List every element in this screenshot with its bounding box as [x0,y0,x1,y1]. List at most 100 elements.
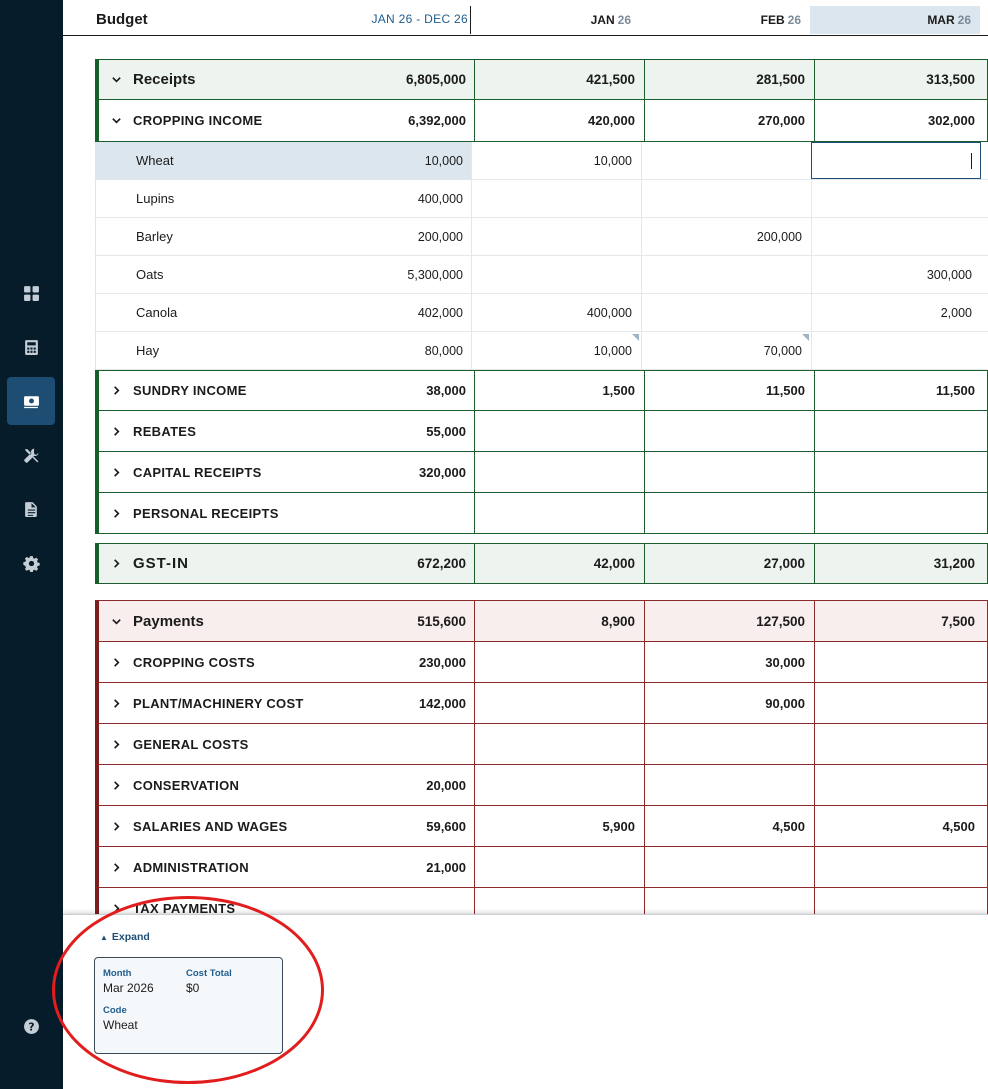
cell-feb[interactable] [644,847,814,887]
cell-feb[interactable]: 90,000 [644,683,814,723]
item-row-lupins[interactable]: Lupins 400,000 [95,180,988,218]
cell-mar[interactable] [811,332,981,369]
cell-jan[interactable] [474,452,644,492]
cell-feb[interactable]: 4,500 [644,806,814,846]
column-header-feb[interactable]: FEB 26 [640,6,810,34]
cell-mar[interactable] [814,765,984,805]
cell-mar[interactable] [814,847,984,887]
cell-mar[interactable] [814,683,984,723]
cell-feb[interactable] [644,493,814,533]
chevron-right-icon[interactable] [111,558,133,569]
cell-feb[interactable]: 27,000 [644,544,814,583]
cell-feb[interactable]: 30,000 [644,642,814,682]
cell-jan[interactable]: 8,900 [474,601,644,641]
calculator-icon[interactable] [7,323,55,371]
cell-mar[interactable] [814,452,984,492]
group-row-personal-receipts[interactable]: PERSONAL RECEIPTS [95,493,988,534]
cell-feb[interactable] [641,256,811,293]
chevron-right-icon[interactable] [111,467,133,478]
cell-feb[interactable] [644,452,814,492]
cell-jan[interactable] [471,256,641,293]
cell-jan[interactable]: 420,000 [474,100,644,141]
cell-jan[interactable]: 10,000 [471,142,641,179]
chevron-down-icon[interactable] [111,74,133,85]
section-row-gst-in[interactable]: GST-IN 672,200 42,000 27,000 31,200 [95,543,988,584]
cell-jan[interactable] [474,642,644,682]
chevron-down-icon[interactable] [111,616,133,627]
group-row-administration[interactable]: ADMINISTRATION 21,000 [95,847,988,888]
chevron-down-icon[interactable] [111,115,133,126]
cell-feb[interactable]: 200,000 [641,218,811,255]
cell-jan[interactable] [474,493,644,533]
chevron-right-icon[interactable] [111,426,133,437]
chevron-right-icon[interactable] [111,821,133,832]
cell-feb[interactable]: 270,000 [644,100,814,141]
group-row-cropping-income[interactable]: CROPPING INCOME 6,392,000 420,000 270,00… [95,100,988,142]
section-row-payments[interactable]: Payments 515,600 8,900 127,500 7,500 [95,600,988,642]
cell-jan[interactable]: 421,500 [474,60,644,99]
chevron-right-icon[interactable] [111,385,133,396]
cell-jan[interactable] [474,683,644,723]
cell-mar[interactable] [814,724,984,764]
cell-jan[interactable]: 1,500 [474,371,644,410]
group-row-plant-machinery-cost[interactable]: PLANT/MACHINERY COST 142,000 90,000 [95,683,988,724]
cell-mar[interactable] [811,180,981,217]
cell-mar-editing[interactable] [811,142,981,179]
cell-jan[interactable]: 5,900 [474,806,644,846]
chevron-right-icon[interactable] [111,903,133,914]
cell-feb[interactable] [644,724,814,764]
settings-gear-icon[interactable] [7,539,55,587]
cell-jan[interactable] [471,218,641,255]
cell-feb[interactable] [641,180,811,217]
cell-jan[interactable] [474,411,644,451]
help-icon[interactable]: ? [7,1002,55,1050]
date-range[interactable]: JAN 26 - DEC 26 [371,12,468,26]
column-header-jan[interactable]: JAN 26 [470,6,640,34]
cell-mar[interactable] [814,642,984,682]
cell-feb[interactable] [644,411,814,451]
expand-button[interactable]: ▲ Expand [100,931,150,943]
chevron-right-icon[interactable] [111,698,133,709]
cell-jan[interactable] [474,765,644,805]
chevron-right-icon[interactable] [111,657,133,668]
group-row-capital-receipts[interactable]: CAPITAL RECEIPTS 320,000 [95,452,988,493]
item-row-oats[interactable]: Oats 5,300,000 300,000 [95,256,988,294]
cell-mar[interactable]: 11,500 [814,371,984,410]
group-row-general-costs[interactable]: GENERAL COSTS [95,724,988,765]
cell-jan[interactable]: 10,000 [471,332,641,369]
cell-mar[interactable]: 4,500 [814,806,984,846]
group-row-conservation[interactable]: CONSERVATION 20,000 [95,765,988,806]
chevron-right-icon[interactable] [111,508,133,519]
group-row-salaries-and-wages[interactable]: SALARIES AND WAGES 59,600 5,900 4,500 4,… [95,806,988,847]
column-header-mar[interactable]: MAR 26 [810,6,980,34]
group-row-sundry-income[interactable]: SUNDRY INCOME 38,000 1,500 11,500 11,500 [95,370,988,411]
section-row-receipts[interactable]: Receipts 6,805,000 421,500 281,500 313,5… [95,59,988,100]
group-row-rebates[interactable]: REBATES 55,000 [95,411,988,452]
budget-cash-icon[interactable] [7,377,55,425]
cell-feb[interactable] [641,142,811,179]
cell-mar[interactable]: 302,000 [814,100,984,141]
item-row-canola[interactable]: Canola 402,000 400,000 2,000 [95,294,988,332]
cell-jan[interactable] [474,724,644,764]
cell-mar[interactable]: 300,000 [811,256,981,293]
group-row-cropping-costs[interactable]: CROPPING COSTS 230,000 30,000 [95,642,988,683]
dashboard-icon[interactable] [7,269,55,317]
cell-feb[interactable]: 281,500 [644,60,814,99]
cell-feb[interactable]: 70,000 [641,332,811,369]
cell-mar[interactable] [814,411,984,451]
chevron-right-icon[interactable] [111,780,133,791]
item-row-hay[interactable]: Hay 80,000 10,000 70,000 [95,332,988,370]
cell-mar[interactable]: 31,200 [814,544,984,583]
cell-mar[interactable]: 2,000 [811,294,981,331]
cell-feb[interactable]: 11,500 [644,371,814,410]
item-row-barley[interactable]: Barley 200,000 200,000 [95,218,988,256]
item-row-wheat[interactable]: Wheat 10,000 10,000 [95,142,988,180]
cell-feb[interactable] [644,765,814,805]
tools-icon[interactable] [7,431,55,479]
cell-mar[interactable]: 313,500 [814,60,984,99]
chevron-right-icon[interactable] [111,739,133,750]
cell-mar[interactable]: 7,500 [814,601,984,641]
cell-jan[interactable] [471,180,641,217]
document-icon[interactable] [7,485,55,533]
cell-feb[interactable]: 127,500 [644,601,814,641]
